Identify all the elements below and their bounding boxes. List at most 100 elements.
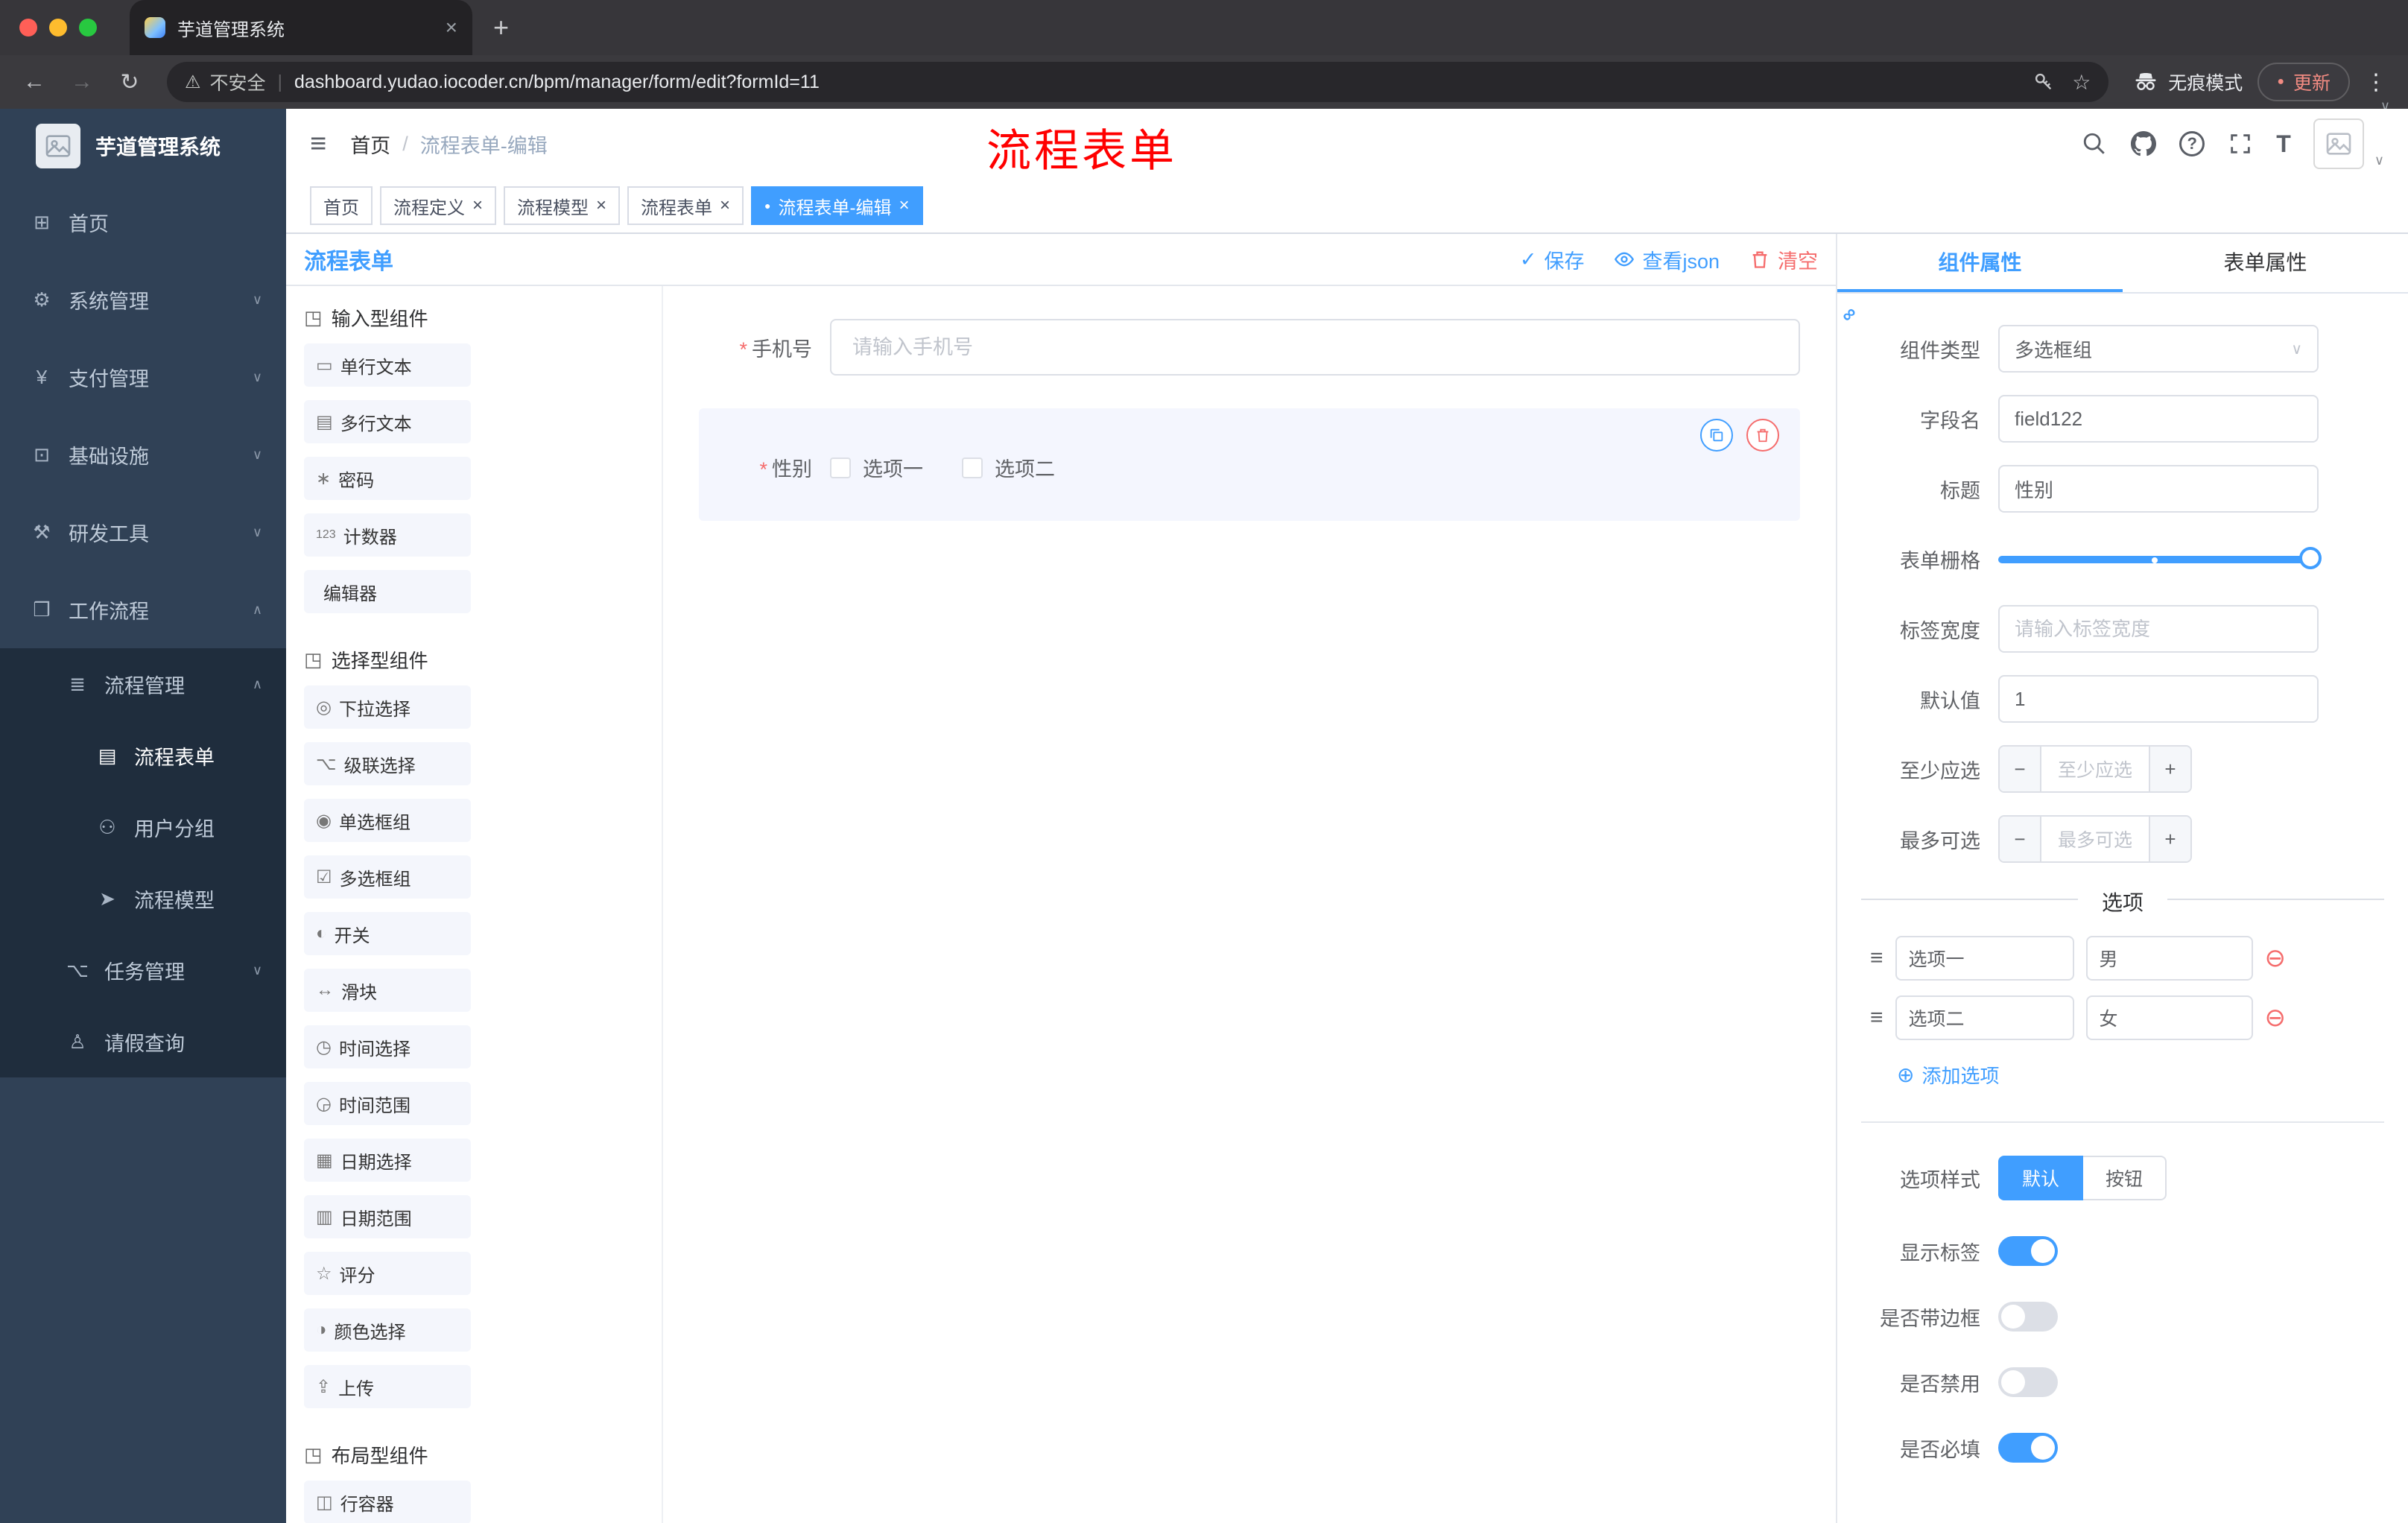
palette-item-date-picker[interactable]: ▦ 日期选择 [304,1139,471,1182]
add-option-button[interactable]: ⊕ 添加选项 [1897,1061,2408,1089]
sidebar-item-devtools[interactable]: ⚒ 研发工具 ∨ [0,493,286,571]
label-width-input[interactable] [1998,605,2319,653]
canvas-field-gender-selected[interactable]: * 性别 选项一 选项二 [699,408,1800,521]
decrease-button[interactable]: − [2000,747,2041,791]
option-label-input[interactable] [1895,995,2074,1040]
copy-component-button[interactable] [1700,419,1733,452]
gender-checkbox-option2[interactable]: 选项二 [962,453,1055,482]
new-tab-button[interactable]: + [493,12,509,43]
window-minimize-button[interactable] [49,19,67,37]
checkbox-icon[interactable] [830,457,851,478]
palette-item-upload[interactable]: ⇪ 上传 [304,1365,471,1408]
palette-item-color-picker[interactable]: ◑ 颜色选择 [304,1308,471,1352]
sidebar-item-user-group[interactable]: ⚇ 用户分组 [0,791,286,863]
checkbox-icon[interactable] [962,457,983,478]
sidebar-toggle-icon[interactable]: ≡ [310,128,326,160]
avatar[interactable] [2313,118,2364,169]
sidebar-item-task-management[interactable]: ⌥ 任务管理 ∨ [0,934,286,1006]
reload-button[interactable]: ↻ [110,69,149,95]
option-label-input[interactable] [1895,936,2074,981]
tag-process-model[interactable]: 流程模型 × [504,186,621,225]
remove-option-icon[interactable]: ⊖ [2265,946,2287,971]
window-close-button[interactable] [19,19,37,37]
sidebar-item-infrastructure[interactable]: ⊡ 基础设施 ∨ [0,416,286,493]
update-button[interactable]: ● 更新 [2258,63,2350,101]
field-name-input[interactable] [1998,395,2319,443]
palette-item-editor[interactable]: 编辑器 [304,570,471,613]
drag-handle-icon[interactable]: ≡ [1870,1005,1883,1030]
help-icon[interactable]: ? [2179,131,2205,156]
palette-item-single-line-text[interactable]: ▭ 单行文本 [304,343,471,387]
form-canvas[interactable]: * 手机号 请输入手机号 * 性别 选项一 选项二 [663,286,1836,1523]
border-switch[interactable] [1998,1302,2058,1332]
palette-item-time-range[interactable]: ◶ 时间范围 [304,1082,471,1125]
palette-item-row-container[interactable]: ◫ 行容器 [304,1481,471,1523]
sidebar-item-system[interactable]: ⚙ 系统管理 ∨ [0,261,286,338]
component-type-select[interactable]: 多选框组 ∨ [1998,325,2319,373]
canvas-field-phone[interactable]: * 手机号 [699,307,1800,387]
sidebar-item-leave-query[interactable]: ♙ 请假查询 [0,1006,286,1077]
tag-process-definition[interactable]: 流程定义 × [380,186,497,225]
slider-handle[interactable] [2299,547,2322,569]
palette-item-time-picker[interactable]: ◷ 时间选择 [304,1025,471,1068]
fullscreen-icon[interactable] [2227,130,2254,157]
palette-item-multi-line-text[interactable]: ▤ 多行文本 [304,400,471,443]
sidebar-item-home[interactable]: ⊞ 首页 [0,183,286,261]
close-icon[interactable]: × [472,195,483,216]
sidebar-logo[interactable]: 芋道管理系统 [0,109,286,183]
url-text[interactable]: dashboard.yudao.iocoder.cn/bpm/manager/f… [294,72,2024,93]
bookmark-star-icon[interactable]: ☆ [2072,70,2091,95]
palette-item-date-range[interactable]: ▥ 日期范围 [304,1195,471,1238]
disabled-switch[interactable] [1998,1367,2058,1397]
tag-home[interactable]: 首页 [310,186,373,225]
sidebar-item-process-management[interactable]: ≣ 流程管理 ∧ [0,648,286,720]
clear-button[interactable]: 清空 [1749,245,1818,274]
increase-button[interactable]: + [2149,747,2190,791]
back-button[interactable]: ← [15,69,54,95]
decrease-button[interactable]: − [2000,817,2041,861]
min-select-value[interactable]: 至少应选 [2041,747,2149,791]
style-button-button[interactable]: 按钮 [2083,1156,2167,1200]
avatar-caret-icon[interactable]: ∨ [2374,153,2384,168]
window-zoom-button[interactable] [79,19,97,37]
close-icon[interactable]: × [899,195,910,216]
palette-item-slider[interactable]: ↔ 滑块 [304,969,471,1012]
close-icon[interactable]: × [596,195,606,216]
phone-input[interactable] [830,319,1800,376]
browser-tab[interactable]: 芋道管理系统 × [130,0,472,55]
palette-item-rate[interactable]: ☆ 评分 [304,1252,471,1295]
palette-item-cascader[interactable]: ⌥ 级联选择 [304,742,471,785]
default-value-input[interactable] [1998,675,2319,723]
max-select-value[interactable]: 最多可选 [2041,817,2149,861]
tag-process-form[interactable]: 流程表单 × [627,186,744,225]
address-bar[interactable]: ⚠ 不安全 | dashboard.yudao.iocoder.cn/bpm/m… [167,62,2109,102]
title-input[interactable] [1998,465,2319,513]
palette-item-radio-group[interactable]: ◉ 单选框组 [304,799,471,842]
close-icon[interactable]: × [720,195,730,216]
sidebar-item-process-model[interactable]: ➤ 流程模型 [0,863,286,934]
github-icon[interactable] [2130,130,2157,157]
tab-close-icon[interactable]: × [446,16,457,39]
delete-component-button[interactable] [1746,419,1779,452]
show-label-switch[interactable] [1998,1236,2058,1266]
required-switch[interactable] [1998,1433,2058,1463]
style-default-button[interactable]: 默认 [1998,1156,2084,1200]
save-button[interactable]: ✓ 保存 [1520,245,1585,274]
key-icon[interactable] [2033,72,2054,92]
palette-item-counter[interactable]: 123 计数器 [304,513,471,557]
slider-track[interactable] [1998,556,2319,563]
sidebar-item-payment[interactable]: ¥ 支付管理 ∨ [0,338,286,416]
increase-button[interactable]: + [2149,817,2190,861]
search-icon[interactable] [2081,130,2108,157]
form-grid-slider[interactable] [1998,535,2322,583]
palette-item-switch[interactable]: ◐ 开关 [304,912,471,955]
forward-button[interactable]: → [63,69,101,95]
gender-checkbox-option1[interactable]: 选项一 [830,453,923,482]
tab-component-props[interactable]: 组件属性 [1837,234,2123,292]
view-json-button[interactable]: 查看json [1614,245,1720,274]
option-value-input[interactable] [2085,936,2253,981]
palette-item-select[interactable]: ◎ 下拉选择 [304,685,471,729]
sidebar-item-process-form[interactable]: ▤ 流程表单 [0,720,286,791]
browser-menu-icon[interactable]: ⋮ [2359,69,2393,95]
tab-form-props[interactable]: 表单属性 [2123,234,2408,292]
